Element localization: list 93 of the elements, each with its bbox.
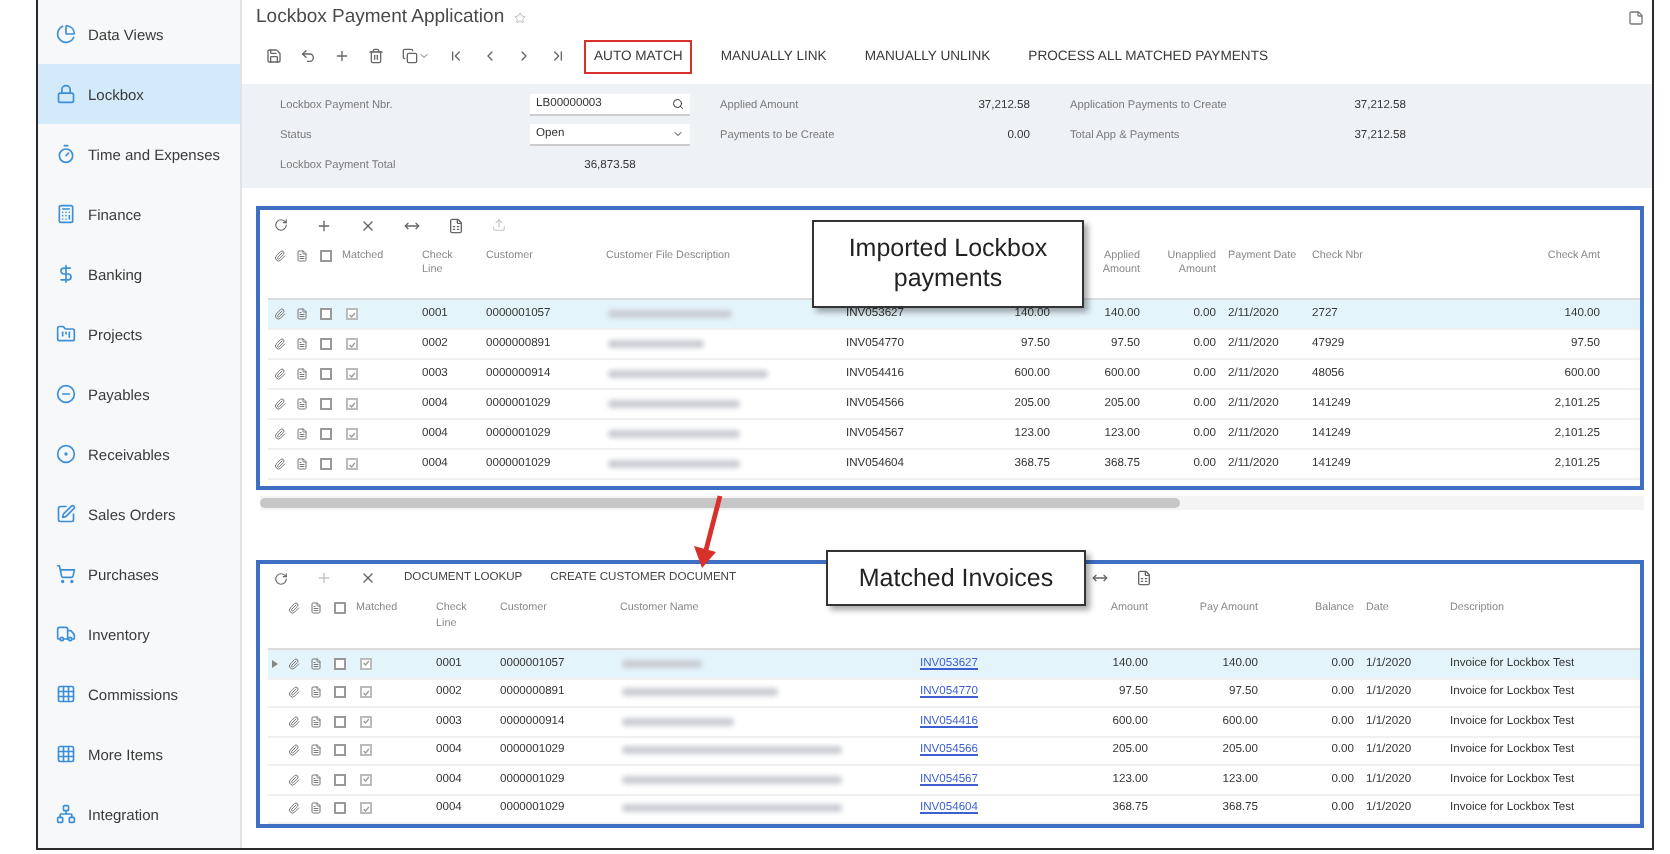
fit-columns-button[interactable] bbox=[404, 217, 420, 233]
add-button[interactable] bbox=[334, 48, 350, 64]
refresh-button[interactable] bbox=[274, 218, 288, 232]
add-row-button[interactable] bbox=[316, 217, 332, 233]
blurred-text bbox=[608, 400, 740, 408]
blurred-text bbox=[622, 717, 734, 726]
note-icon[interactable] bbox=[310, 715, 322, 728]
undo-button[interactable] bbox=[300, 48, 316, 64]
note-icon[interactable] bbox=[310, 773, 322, 786]
pen-square-icon bbox=[56, 504, 76, 524]
row-checkbox[interactable] bbox=[319, 398, 331, 410]
attachment-icon[interactable] bbox=[273, 428, 285, 440]
truck-icon bbox=[56, 624, 76, 644]
attachment-icon[interactable] bbox=[287, 686, 299, 699]
row-checkbox[interactable] bbox=[333, 686, 345, 699]
note-icon[interactable] bbox=[296, 338, 308, 350]
note-icon[interactable] bbox=[310, 802, 322, 815]
note-icon[interactable] bbox=[296, 458, 308, 470]
horizontal-scrollbar[interactable] bbox=[260, 496, 1644, 510]
attachment-icon[interactable] bbox=[273, 458, 285, 470]
pie-chart-icon bbox=[56, 24, 76, 44]
timer-icon bbox=[56, 144, 76, 164]
pointer-arrow bbox=[694, 495, 723, 568]
note-icon[interactable] bbox=[296, 308, 308, 320]
calculator-icon bbox=[56, 204, 76, 224]
row-checkbox[interactable] bbox=[319, 428, 331, 440]
blurred-text bbox=[608, 460, 740, 468]
delete-button[interactable] bbox=[368, 48, 384, 64]
notes-icon[interactable] bbox=[1628, 9, 1644, 25]
attachment-icon[interactable] bbox=[273, 338, 285, 350]
delete-row-button[interactable] bbox=[360, 217, 376, 233]
note-icon bbox=[310, 602, 322, 615]
note-icon[interactable] bbox=[310, 657, 322, 670]
cart-icon bbox=[56, 564, 76, 584]
note-icon[interactable] bbox=[296, 398, 308, 410]
search-icon[interactable] bbox=[672, 98, 684, 110]
blurred-text bbox=[608, 430, 740, 438]
row-checkbox[interactable] bbox=[319, 458, 331, 470]
attachment-icon[interactable] bbox=[287, 773, 299, 786]
row-checkbox[interactable] bbox=[333, 744, 345, 757]
row-checkbox[interactable] bbox=[319, 338, 331, 350]
dollar-icon bbox=[56, 264, 76, 284]
blurred-text bbox=[608, 310, 732, 318]
select-all-checkbox[interactable] bbox=[333, 602, 345, 615]
copy-dropdown-button[interactable] bbox=[402, 48, 430, 64]
last-button[interactable] bbox=[550, 48, 566, 64]
save-button[interactable] bbox=[266, 48, 282, 64]
star-icon[interactable] bbox=[514, 11, 527, 23]
minus-circle-icon bbox=[56, 384, 76, 404]
fit-columns-button[interactable] bbox=[1092, 570, 1109, 587]
attachment-icon bbox=[273, 250, 285, 262]
attachment-icon[interactable] bbox=[273, 368, 285, 380]
select-all-checkbox[interactable] bbox=[319, 250, 331, 262]
grid-icon bbox=[56, 684, 76, 704]
refresh-button[interactable] bbox=[274, 571, 288, 586]
row-checkbox[interactable] bbox=[319, 308, 331, 320]
attachment-icon[interactable] bbox=[287, 715, 299, 728]
grid-icon bbox=[56, 744, 76, 764]
lock-icon bbox=[56, 84, 76, 104]
caret-icon bbox=[672, 128, 684, 140]
export-button[interactable] bbox=[448, 217, 464, 233]
blurred-text bbox=[608, 340, 704, 348]
attachment-icon[interactable] bbox=[273, 398, 285, 410]
note-icon[interactable] bbox=[310, 744, 322, 757]
caret-icon bbox=[418, 50, 430, 62]
note-icon bbox=[296, 250, 308, 262]
note-icon[interactable] bbox=[296, 368, 308, 380]
previous-button[interactable] bbox=[482, 48, 498, 64]
note-icon[interactable] bbox=[310, 686, 322, 699]
row-pointer-icon bbox=[272, 659, 278, 668]
row-checkbox[interactable] bbox=[319, 368, 331, 380]
page-title: Lockbox Payment Application bbox=[256, 6, 505, 28]
attachment-icon[interactable] bbox=[273, 308, 285, 320]
folder-icon bbox=[56, 324, 76, 344]
attachment-icon[interactable] bbox=[287, 802, 299, 815]
attachment-icon bbox=[287, 602, 299, 615]
export-button[interactable] bbox=[1136, 570, 1153, 587]
dot-circle-icon bbox=[56, 444, 76, 464]
delete-row-button[interactable] bbox=[360, 570, 376, 587]
network-icon bbox=[56, 804, 76, 824]
row-checkbox[interactable] bbox=[333, 715, 345, 728]
attachment-icon[interactable] bbox=[287, 657, 299, 670]
row-checkbox[interactable] bbox=[333, 802, 345, 815]
row-checkbox[interactable] bbox=[333, 657, 345, 670]
row-checkbox[interactable] bbox=[333, 773, 345, 786]
note-icon[interactable] bbox=[296, 428, 308, 440]
callout-label: Matched Invoices bbox=[826, 550, 1086, 606]
blurred-text bbox=[622, 659, 702, 668]
first-button[interactable] bbox=[448, 48, 464, 64]
callout-label: Imported Lockbox payments bbox=[812, 220, 1084, 308]
attachment-icon[interactable] bbox=[287, 744, 299, 757]
next-button[interactable] bbox=[516, 48, 532, 64]
copy-icon bbox=[402, 48, 418, 64]
